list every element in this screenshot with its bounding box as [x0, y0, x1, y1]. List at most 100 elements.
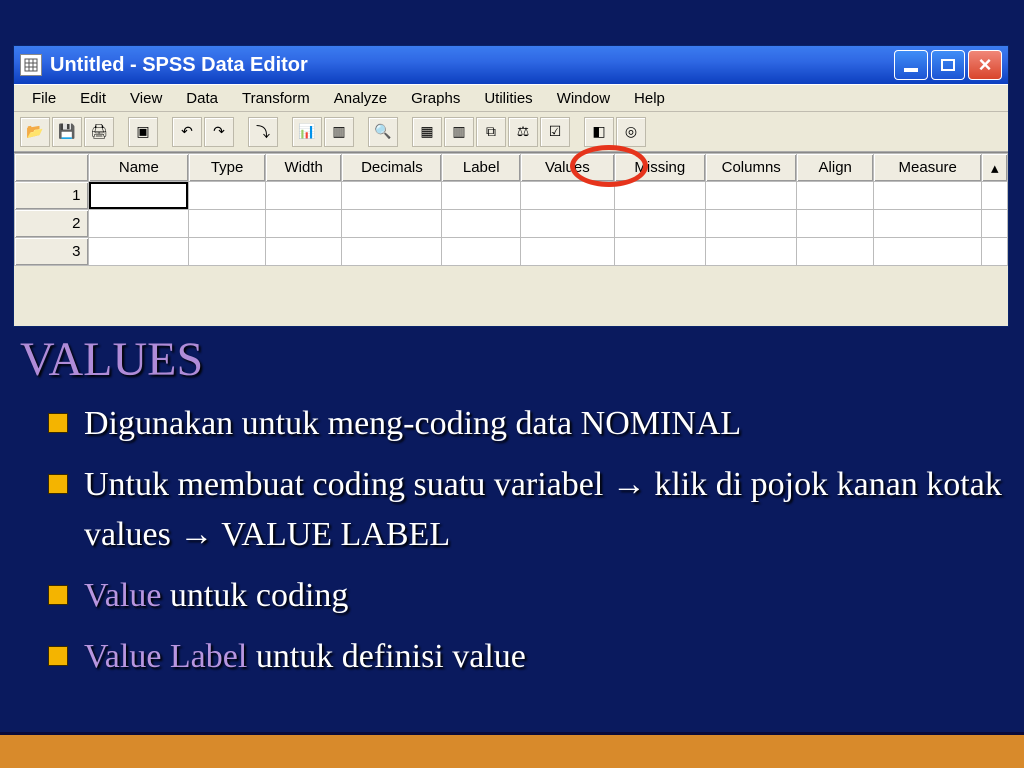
- col-label[interactable]: Label: [442, 154, 521, 182]
- menubar: File Edit View Data Transform Analyze Gr…: [14, 84, 1008, 112]
- insert-case-icon[interactable]: ▦: [412, 117, 442, 147]
- menu-graphs[interactable]: Graphs: [399, 88, 472, 109]
- maximize-button[interactable]: [931, 50, 965, 80]
- close-button[interactable]: ×: [968, 50, 1002, 80]
- dialog-recall-icon[interactable]: ▣: [128, 117, 158, 147]
- cell[interactable]: [873, 238, 981, 266]
- menu-data[interactable]: Data: [174, 88, 230, 109]
- row-header[interactable]: 2: [15, 210, 89, 238]
- titlebar: Untitled - SPSS Data Editor ×: [14, 46, 1008, 84]
- col-name[interactable]: Name: [89, 154, 189, 182]
- menu-help[interactable]: Help: [622, 88, 677, 109]
- scroll-up-button[interactable]: ▴: [982, 154, 1008, 182]
- bullet-3-rest: untuk coding: [161, 577, 348, 614]
- menu-analyze[interactable]: Analyze: [322, 88, 399, 109]
- cell[interactable]: [521, 182, 615, 210]
- weight-icon[interactable]: ⚖: [508, 117, 538, 147]
- slide-title: VALUES: [20, 332, 1004, 387]
- col-missing[interactable]: Missing: [614, 154, 705, 182]
- cell[interactable]: [706, 182, 797, 210]
- cell[interactable]: [797, 210, 874, 238]
- app-icon: [20, 54, 42, 76]
- menu-window[interactable]: Window: [545, 88, 622, 109]
- table-row: 1: [15, 182, 1008, 210]
- cell[interactable]: [189, 210, 266, 238]
- cell[interactable]: [342, 210, 442, 238]
- cell[interactable]: [873, 182, 981, 210]
- corner-marker: [34, 96, 50, 108]
- col-align[interactable]: Align: [797, 154, 874, 182]
- goto-icon[interactable]: ⤵: [248, 117, 278, 147]
- value-labels-icon[interactable]: ◧: [584, 117, 614, 147]
- minimize-button[interactable]: [894, 50, 928, 80]
- col-decimals[interactable]: Decimals: [342, 154, 442, 182]
- redo-icon[interactable]: ↷: [204, 117, 234, 147]
- cell[interactable]: [442, 238, 521, 266]
- col-width[interactable]: Width: [265, 154, 342, 182]
- cell[interactable]: [521, 238, 615, 266]
- cell[interactable]: [797, 238, 874, 266]
- row-header[interactable]: 3: [15, 238, 89, 266]
- slide-text: VALUES Digunakan untuk meng-coding data …: [20, 332, 1004, 693]
- bullet-3: Value untuk coding: [48, 571, 1004, 620]
- menu-view[interactable]: View: [118, 88, 174, 109]
- cell[interactable]: [706, 210, 797, 238]
- spss-window: Untitled - SPSS Data Editor × File Edit …: [14, 46, 1008, 326]
- bullet-1: Digunakan untuk meng-coding data NOMINAL: [48, 399, 1004, 448]
- cell: [982, 182, 1008, 210]
- table-row: 2: [15, 210, 1008, 238]
- bullet-4-rest: untuk definisi value: [247, 638, 526, 675]
- bullet-3-accent: Value: [84, 577, 161, 614]
- cell[interactable]: [265, 182, 342, 210]
- split-file-icon[interactable]: ⧉: [476, 117, 506, 147]
- cell[interactable]: [89, 210, 189, 238]
- cell: [982, 238, 1008, 266]
- open-icon[interactable]: 📂: [20, 117, 50, 147]
- info-icon[interactable]: ▥: [324, 117, 354, 147]
- col-measure[interactable]: Measure: [873, 154, 981, 182]
- column-header-row: Name Type Width Decimals Label Values Mi…: [15, 154, 1008, 182]
- cell[interactable]: [521, 210, 615, 238]
- cell[interactable]: [442, 182, 521, 210]
- col-values[interactable]: Values: [521, 154, 615, 182]
- cell[interactable]: [265, 210, 342, 238]
- col-type[interactable]: Type: [189, 154, 266, 182]
- cell[interactable]: [342, 182, 442, 210]
- cell[interactable]: [797, 182, 874, 210]
- cell[interactable]: [89, 182, 189, 210]
- menu-transform[interactable]: Transform: [230, 88, 322, 109]
- cell[interactable]: [189, 238, 266, 266]
- cell[interactable]: [189, 182, 266, 210]
- cell[interactable]: [873, 210, 981, 238]
- cell[interactable]: [342, 238, 442, 266]
- select-cases-icon[interactable]: ☑: [540, 117, 570, 147]
- cell[interactable]: [614, 238, 705, 266]
- cell[interactable]: [265, 238, 342, 266]
- cell: [982, 210, 1008, 238]
- cell[interactable]: [89, 238, 189, 266]
- cell[interactable]: [614, 182, 705, 210]
- corner-cell: [15, 154, 89, 182]
- save-icon[interactable]: 💾: [52, 117, 82, 147]
- col-columns[interactable]: Columns: [706, 154, 797, 182]
- chart-icon[interactable]: 📊: [292, 117, 322, 147]
- undo-icon[interactable]: ↶: [172, 117, 202, 147]
- menu-utilities[interactable]: Utilities: [472, 88, 544, 109]
- variable-view-grid: Name Type Width Decimals Label Values Mi…: [14, 152, 1008, 266]
- table-row: 3: [15, 238, 1008, 266]
- print-icon[interactable]: 🖨: [84, 117, 114, 147]
- menu-edit[interactable]: Edit: [68, 88, 118, 109]
- insert-var-icon[interactable]: ▥: [444, 117, 474, 147]
- use-sets-icon[interactable]: ◎: [616, 117, 646, 147]
- cell[interactable]: [614, 210, 705, 238]
- window-title: Untitled - SPSS Data Editor: [50, 54, 308, 77]
- bullet-4-accent: Value Label: [84, 638, 247, 675]
- find-icon[interactable]: 🔍: [368, 117, 398, 147]
- bullet-2: Untuk membuat coding suatu variabel → kl…: [48, 460, 1004, 559]
- bullet-4: Value Label untuk definisi value: [48, 632, 1004, 681]
- cell[interactable]: [442, 210, 521, 238]
- toolbar: 📂 💾 🖨 ▣ ↶ ↷ ⤵ 📊 ▥ 🔍 ▦ ▥ ⧉ ⚖ ☑ ◧ ◎: [14, 112, 1008, 152]
- slide-footer-bar: [0, 732, 1024, 768]
- row-header[interactable]: 1: [15, 182, 89, 210]
- cell[interactable]: [706, 238, 797, 266]
